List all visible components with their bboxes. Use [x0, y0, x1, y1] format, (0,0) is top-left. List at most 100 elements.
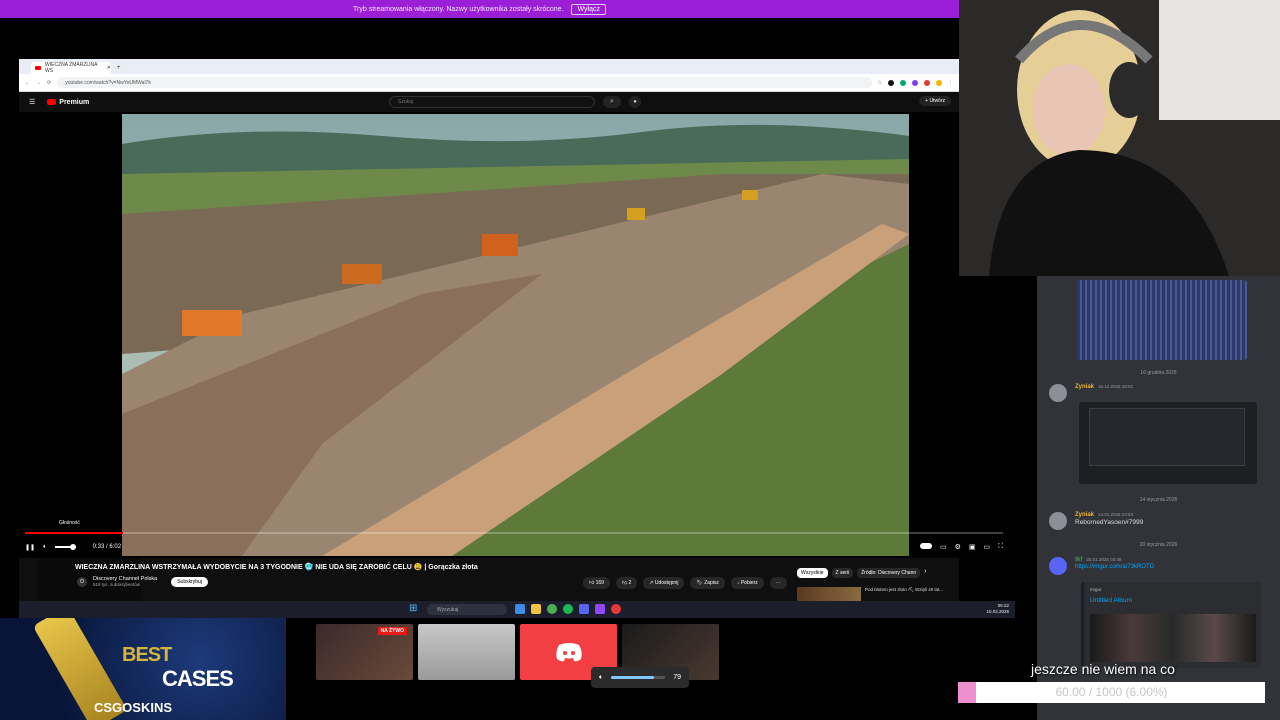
- car-preview-thumbnail[interactable]: [418, 624, 515, 680]
- stream-preview-thumbnail[interactable]: NA ŻYWO: [316, 624, 413, 680]
- youtube-header: ☰ Premium Szukaj ⌕ ● + Utwórz: [19, 92, 959, 112]
- goal-progress-text: 60.00 / 1000 (6.00%): [1055, 685, 1168, 699]
- taskbar-clock[interactable]: 05:22 10.02.2026: [986, 603, 1009, 615]
- message-author[interactable]: Zyniak: [1075, 384, 1094, 390]
- volume-osd-fill: [611, 676, 654, 679]
- message-image[interactable]: [1077, 280, 1247, 360]
- chip-source[interactable]: Źródło: Discovery Chann: [857, 568, 921, 578]
- search-icon[interactable]: ⌕: [603, 96, 621, 108]
- channel-subscribers: 519 tys. subskrybentów: [93, 582, 141, 587]
- extension-icon[interactable]: [936, 79, 942, 86]
- hamburger-menu-icon[interactable]: ☰: [29, 98, 35, 106]
- recommended-thumbnail: [797, 587, 861, 601]
- menu-icon[interactable]: ⋮: [948, 80, 953, 86]
- save-button[interactable]: 🔖︎ Zapisz: [690, 577, 725, 589]
- browser-tab[interactable]: WIECZNA ZMARZLINA WS ✕: [31, 62, 111, 74]
- sponsor-banner: BEST CASES CSGOSKINS: [0, 618, 286, 720]
- like-button[interactable]: 👍︎ 169: [583, 577, 610, 589]
- extension-icon[interactable]: [888, 79, 894, 86]
- pause-icon[interactable]: ❚❚: [25, 544, 35, 551]
- miniplayer-icon[interactable]: ▣: [969, 543, 976, 551]
- extension-icon[interactable]: [912, 79, 918, 86]
- discord-taskbar-icon[interactable]: [579, 604, 589, 614]
- avatar[interactable]: [1049, 384, 1067, 402]
- close-tab-icon[interactable]: ✕: [107, 65, 111, 71]
- taskbar-search[interactable]: Wyszukaj: [427, 604, 507, 615]
- channel-row: D Discovery Channel Polska 519 tys. subs…: [77, 576, 208, 587]
- message-author[interactable]: Zyniak: [1075, 512, 1094, 518]
- volume-osd-slider[interactable]: [611, 676, 666, 679]
- more-actions-button[interactable]: ⋯: [769, 577, 787, 589]
- search-placeholder: Szukaj: [398, 99, 414, 105]
- player-controls: ❚❚ 🔈︎ 0:33 / 6:02 ▭ ⚙ ▣ ▭ ⛶: [25, 540, 1003, 554]
- volume-osd: 🔈︎ 79: [591, 667, 689, 688]
- download-button[interactable]: ↓ Pobierz: [730, 577, 764, 589]
- like-icon: 👍︎: [589, 580, 596, 586]
- task-view-icon[interactable]: [515, 604, 525, 614]
- reload-icon[interactable]: ⟳: [47, 80, 51, 86]
- date-separator: 20 stycznia 2026: [1139, 542, 1178, 548]
- seek-bar[interactable]: [25, 532, 1003, 534]
- twitch-icon[interactable]: [595, 604, 605, 614]
- message-link[interactable]: https://imgur.com/a/73kROTD: [1075, 564, 1154, 570]
- seek-bar-played: [25, 532, 123, 534]
- time-display: 0:33 / 6:02: [92, 544, 122, 550]
- subtitles-icon[interactable]: ▭: [940, 543, 947, 551]
- speaker-icon: 🔈︎: [599, 673, 604, 681]
- volume-icon[interactable]: 🔈︎: [43, 544, 47, 551]
- video-title: WIECZNA ZMARZLINA WSTRZYMAŁA WYDOBYCIE N…: [75, 564, 478, 571]
- recommended-video[interactable]: Pod błotem jest złoto ⛏ Wzięli 40 lat...: [797, 587, 943, 601]
- autoplay-toggle[interactable]: [919, 543, 932, 549]
- volume-slider[interactable]: [54, 544, 76, 550]
- theater-icon[interactable]: ▭: [983, 543, 990, 551]
- address-bar[interactable]: youtube.com/watch?v=NwYeUMWal7k: [57, 77, 872, 88]
- extension-icon[interactable]: [924, 79, 930, 86]
- youtube-search-input[interactable]: Szukaj: [389, 96, 595, 108]
- sponsor-logo: CSGOSKINS: [94, 700, 173, 715]
- url-text: youtube.com/watch?v=NwYeUMWal7k: [65, 79, 151, 86]
- avatar[interactable]: [1049, 557, 1067, 575]
- chevron-right-icon[interactable]: ›: [924, 568, 926, 578]
- app-icon[interactable]: [611, 604, 621, 614]
- channel-avatar[interactable]: D: [77, 576, 87, 587]
- disable-streamer-mode-button[interactable]: Wyłącz: [571, 3, 606, 15]
- create-button[interactable]: + Utwórz: [919, 96, 951, 106]
- new-tab-button[interactable]: +: [117, 65, 121, 71]
- chip-all[interactable]: Wszystkie: [797, 568, 828, 578]
- video-frame[interactable]: [122, 114, 909, 556]
- message-screenshot[interactable]: [1079, 402, 1257, 484]
- fullscreen-icon[interactable]: ⛶: [998, 543, 1003, 551]
- share-button[interactable]: ↗ Udostępnij: [643, 577, 685, 589]
- webcam-image: [959, 0, 1280, 276]
- recommendation-chips: Wszystkie Z serii Źródło: Discovery Chan…: [797, 568, 927, 578]
- like-count: 169: [595, 580, 604, 586]
- video-player[interactable]: Głośność ❚❚ 🔈︎ 0:33 / 6:02 ▭ ⚙ ▣ ▭ ⛶: [19, 112, 1015, 558]
- extension-icon[interactable]: [900, 79, 906, 86]
- settings-icon[interactable]: ⚙: [955, 543, 961, 551]
- stream-scene: Tryb streamowania włączony. Nazwy użytko…: [0, 0, 1280, 720]
- share-label: Udostępnij: [654, 580, 679, 586]
- spotify-icon[interactable]: [563, 604, 573, 614]
- chrome-icon[interactable]: [547, 604, 557, 614]
- date-separator: 16 grudnia 2025: [1140, 370, 1177, 376]
- embed-title[interactable]: Untitled Album: [1090, 597, 1132, 604]
- message-timestamp: 16.12.2025 18:52: [1098, 384, 1134, 389]
- star-icon[interactable]: ☆: [878, 80, 882, 86]
- date-separator: 14 stycznia 2026: [1139, 497, 1178, 503]
- forward-icon[interactable]: →: [36, 80, 41, 86]
- chip-series[interactable]: Z serii: [831, 568, 854, 578]
- clock-date: 10.02.2026: [986, 609, 1009, 614]
- live-badge: NA ŻYWO: [377, 627, 407, 635]
- browser-window: WIECZNA ZMARZLINA WS ✕ + ← → ⟳ youtube.c…: [19, 59, 1015, 618]
- file-explorer-icon[interactable]: [531, 604, 541, 614]
- dislike-button[interactable]: 👎︎ 2: [615, 577, 638, 589]
- youtube-logo[interactable]: Premium: [47, 99, 89, 106]
- back-icon[interactable]: ←: [25, 80, 30, 86]
- avatar[interactable]: [1049, 512, 1067, 530]
- embed-image[interactable]: [1090, 614, 1256, 662]
- windows-start-icon[interactable]: ⊞: [409, 604, 419, 614]
- message-author[interactable]: tkf: [1075, 557, 1082, 563]
- subscribe-button[interactable]: Subskrybuj: [171, 576, 208, 587]
- microphone-icon[interactable]: ●: [629, 96, 641, 108]
- banner-message: Tryb streamowania włączony. Nazwy użytko…: [353, 5, 564, 13]
